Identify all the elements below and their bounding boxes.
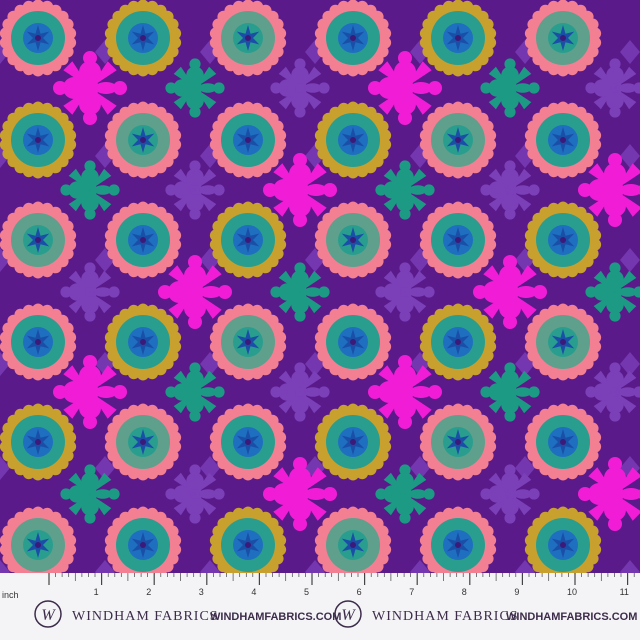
ruler-tick-label: 7	[409, 587, 414, 597]
ruler-tick-label: 8	[462, 587, 467, 597]
ruler-tick-label: 5	[304, 587, 309, 597]
windham-logo-icon: W	[334, 600, 362, 628]
selvedge-strip: inch 1 2 3 4 5 6 7 8 9 10 11 W WINDHAM FABRICS WIN…	[0, 573, 640, 640]
ruler-tick-label: 2	[146, 587, 151, 597]
ruler-tick-label: 9	[514, 587, 519, 597]
fabric-pattern	[0, 0, 640, 573]
ruler-tick-label: 11	[620, 587, 629, 597]
ruler-unit-label: inch	[2, 590, 19, 600]
svg-text:W: W	[341, 607, 356, 624]
website-text: WINDHAMFABRICS.COM	[506, 611, 638, 623]
ruler-tick-label: 4	[251, 587, 256, 597]
ruler-tick-label: 6	[357, 587, 362, 597]
ruler-tick-label: 10	[567, 587, 577, 597]
brand-name: WINDHAM FABRICS	[372, 609, 519, 624]
ruler-tick-label: 3	[199, 587, 204, 597]
svg-text:W: W	[41, 607, 56, 624]
windham-logo-icon: W	[34, 600, 62, 628]
brand-name: WINDHAM FABRICS	[72, 609, 219, 624]
website-text: WINDHAMFABRICS.COM	[210, 611, 342, 623]
ruler: inch 1 2 3 4 5 6 7 8 9 10 11	[2, 573, 635, 600]
ruler-tick-label: 1	[94, 587, 99, 597]
fabric-swatch: inch 1 2 3 4 5 6 7 8 9 10 11 W WINDHAM FABRICS WIN…	[0, 0, 640, 640]
